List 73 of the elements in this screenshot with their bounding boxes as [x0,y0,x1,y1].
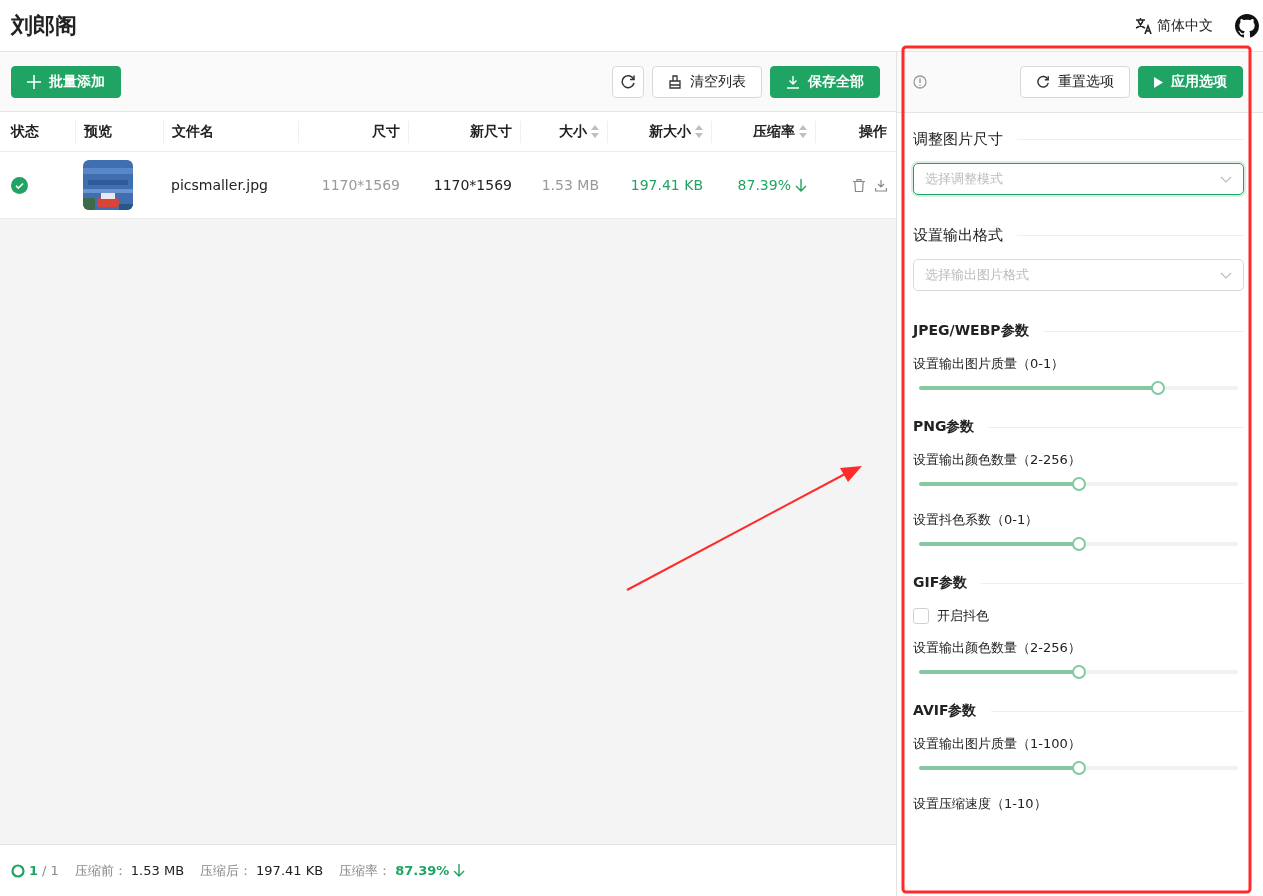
section-title: PNG参数 [913,418,975,436]
refresh-button[interactable] [612,65,644,98]
reset-options-button[interactable]: 重置选项 [1020,66,1130,98]
total-count: / 1 [42,863,59,878]
slider-label: 设置输出图片质量（1-100） [913,735,1082,753]
add-button[interactable]: 批量添加 [11,65,121,98]
section-title: GIF参数 [913,574,968,592]
select-field[interactable]: 选择输出图片格式 [913,259,1244,291]
trash-icon[interactable] [853,178,865,192]
select-field[interactable]: 选择调整模式 [913,163,1244,195]
apply-options-button[interactable]: 应用选项 [1138,66,1243,98]
stat-label: 压缩前： [74,861,127,880]
column-header: 文件名 [172,122,214,141]
slider-handle[interactable] [1071,761,1086,775]
slider-handle[interactable] [1071,537,1086,551]
table-cell: 1.53 MB [541,177,599,193]
stat-value: 1.53 MB [130,863,185,878]
down-arrow-icon [795,178,807,192]
slider-label: 设置输出颜色数量（2-256） [913,451,1082,469]
slider-handle[interactable] [1071,665,1086,679]
column-header: 新大小 [649,122,691,141]
slider-label: 设置输出颜色数量（2-256） [913,639,1082,657]
broom-icon [668,74,682,89]
clear-list-button[interactable]: 清空列表 [652,65,762,98]
stat-value: 197.41 KB [256,863,324,878]
checkbox-label: 开启抖色 [937,607,989,625]
placeholder: 选择输出图片格式 [925,266,1030,284]
file-name: picsmaller.jpg [171,177,268,193]
down-arrow-icon [453,864,466,877]
section-title: AVIF参数 [913,702,977,720]
column-header: 状态 [11,122,39,141]
table-cell: 1170*1569 [321,177,400,193]
sort-icon[interactable] [591,125,599,138]
progress-ring-icon [11,863,25,878]
slider-handle[interactable] [1151,381,1166,395]
app-title: 刘郎阁 [11,11,78,40]
chevron-down-icon [1220,175,1232,183]
done-count: 1 [29,863,39,878]
slider-handle[interactable] [1071,477,1086,491]
download-icon [786,74,800,89]
refresh-icon [620,73,636,90]
sort-icon[interactable] [799,125,807,138]
translate-icon [1135,16,1153,35]
slider-label: 设置输出图片质量（0-1） [913,355,1066,373]
save-all-button[interactable]: 保存全部 [770,65,880,98]
play-icon [1154,76,1163,88]
column-header: 大小 [559,122,587,141]
column-header: 尺寸 [372,122,400,141]
section-title: 设置输出格式 [913,225,1003,245]
column-header: 新尺寸 [470,122,512,141]
plus-icon [27,74,41,89]
table-cell: 87.39% [737,177,791,193]
chevron-down-icon [1220,271,1232,279]
language-button[interactable]: 简体中文 [1135,16,1213,35]
placeholder: 选择调整模式 [925,170,1004,188]
stat-value: 87.39% [395,863,450,878]
section-title: JPEG/WEBP参数 [913,322,1029,340]
stat-label: 压缩率： [339,861,392,880]
refresh-icon [1036,75,1050,89]
column-header: 压缩率 [753,122,795,141]
table-cell: 1170*1569 [433,177,512,193]
column-header: 操作 [859,122,887,141]
section-title: 调整图片尺寸 [913,129,1003,149]
checkbox[interactable] [913,608,929,624]
table-cell: 197.41 KB [630,177,703,193]
sort-icon[interactable] [695,125,703,138]
column-header: 预览 [84,122,112,141]
slider-label: 设置抖色系数（0-1） [913,511,1040,529]
github-icon[interactable] [1235,13,1259,38]
slider-label: 设置压缩速度（1-10） [913,795,1048,813]
info-icon[interactable] [913,75,927,89]
stat-label: 压缩后： [200,861,253,880]
download-icon[interactable] [875,178,887,192]
